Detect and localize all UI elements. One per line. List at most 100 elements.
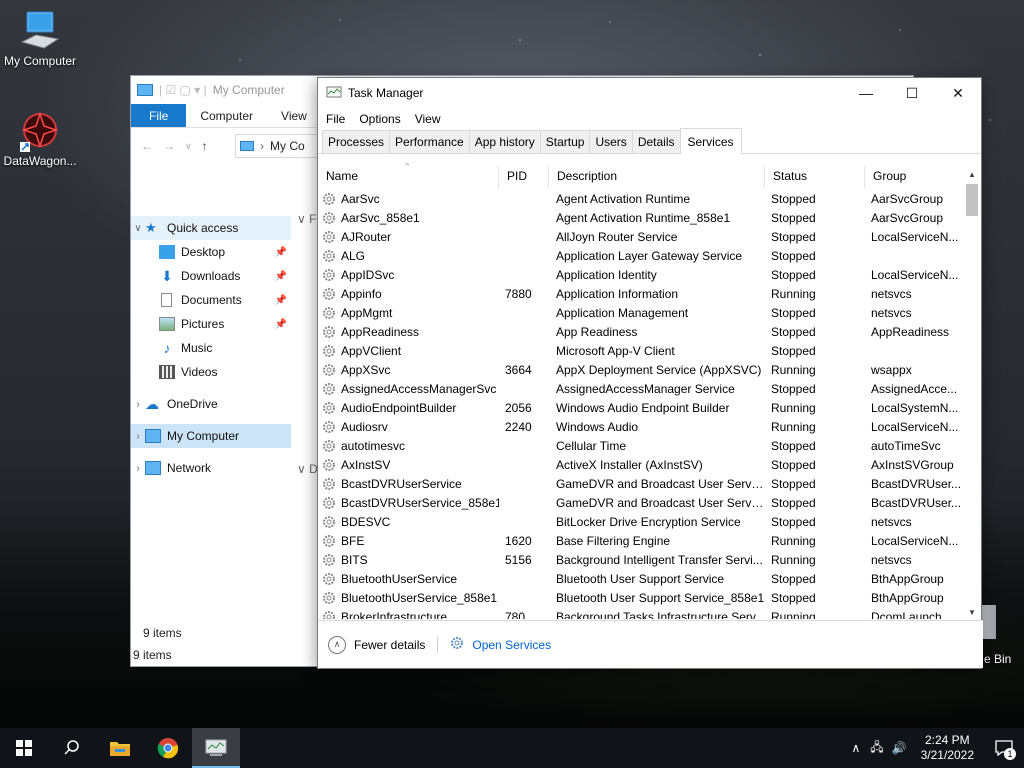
maximize-icon[interactable]: ☐ <box>889 78 935 108</box>
address-bar[interactable]: › My Co <box>235 134 325 158</box>
clock[interactable]: 2:24 PM 3/21/2022 <box>911 733 984 763</box>
service-row[interactable]: AarSvc Agent Activation Runtime Stopped Aar… <box>318 189 966 208</box>
nav-item-downloads[interactable]: ⬇ Downloads 📌 <box>131 264 291 288</box>
service-row[interactable]: BcastDVRUserService GameDVR and Broadcast… <box>318 474 966 493</box>
service-row[interactable]: BFE 1620 Base Filtering Engine Running Local… <box>318 531 966 550</box>
menu-options[interactable]: Options <box>359 112 400 126</box>
nav-item-videos[interactable]: Videos <box>131 360 291 384</box>
column-header-status[interactable]: Status <box>765 166 865 188</box>
tab-app-history[interactable]: App history <box>468 130 541 153</box>
taskbar-task-manager[interactable] <box>192 728 240 768</box>
expand-chevron-icon[interactable]: › <box>131 399 145 410</box>
window-controls: — ☐ ✕ <box>843 78 981 108</box>
minimize-icon[interactable]: — <box>843 78 889 108</box>
service-row[interactable]: AarSvc_858e1 Agent Activation Runtime_858… <box>318 208 966 227</box>
desktop-icon-datawagon[interactable]: DataWagon... <box>0 108 80 168</box>
open-services-link[interactable]: Open Services <box>472 638 551 652</box>
network-icon[interactable]: 🖧 <box>866 738 887 759</box>
task-manager-window[interactable]: Task Manager — ☐ ✕ File Options View Pro… <box>317 77 983 669</box>
service-row[interactable]: BITS 5156 Background Intelligent Transfer … <box>318 550 966 569</box>
expand-chevron-icon[interactable]: › <box>131 463 145 474</box>
tab-startup[interactable]: Startup <box>539 130 591 153</box>
nav-item-network[interactable]: › Network <box>131 456 291 480</box>
nav-item-desktop[interactable]: Desktop 📌 <box>131 240 291 264</box>
volume-icon[interactable]: 🔊 <box>888 741 911 755</box>
quick-access-toolbar-icon[interactable]: | ☑ ▢ ▾ | <box>159 83 207 97</box>
service-name-cell: ALG <box>318 249 499 263</box>
service-row[interactable]: AppVClient Microsoft App-V Client Stopped <box>318 341 966 360</box>
notification-center-button[interactable]: 1 <box>984 728 1024 768</box>
service-row[interactable]: BluetoothUserService Bluetooth User Suppo… <box>318 569 966 588</box>
service-row[interactable]: AudioEndpointBuilder 2056 Windows Audio En… <box>318 398 966 417</box>
service-description: App Readiness <box>556 324 638 339</box>
service-row[interactable]: autotimesvc Cellular Time Stopped autoTimeS… <box>318 436 966 455</box>
column-header-group[interactable]: Group <box>865 166 965 188</box>
search-button[interactable] <box>48 728 96 768</box>
nav-item-quick-access[interactable]: ∨ ★ Quick access <box>131 216 291 240</box>
service-row[interactable]: Appinfo 7880 Application Information Runnin… <box>318 284 966 303</box>
service-row[interactable]: AppMgmt Application Management Stopped nets… <box>318 303 966 322</box>
vertical-scrollbar[interactable]: ▲ ▼ <box>965 168 979 620</box>
nav-item-music[interactable]: ♪ Music <box>131 336 291 360</box>
back-arrow-icon[interactable]: ← <box>141 139 153 153</box>
fewer-details-link[interactable]: Fewer details <box>354 638 425 652</box>
service-status: Stopped <box>771 267 816 282</box>
tab-processes[interactable]: Processes <box>322 130 391 153</box>
nav-item-onedrive[interactable]: › ☁ OneDrive <box>131 392 291 416</box>
group-collapse-chevron-icon[interactable]: ∨ F <box>297 212 316 226</box>
service-row[interactable]: AxInstSV ActiveX Installer (AxInstSV) Stop… <box>318 455 966 474</box>
service-description: Agent Activation Runtime_858e1 <box>556 210 731 225</box>
service-row[interactable]: AssignedAccessManagerSvc AssignedAccessMa… <box>318 379 966 398</box>
show-hidden-icons-chevron-icon[interactable]: ∧ <box>845 741 866 755</box>
service-row[interactable]: BluetoothUserService_858e1 Bluetooth User… <box>318 588 966 607</box>
service-pid: 2240 <box>505 419 532 434</box>
desktop-icon-recycle-bin[interactable]: e Bin <box>982 605 1024 666</box>
service-gear-icon <box>322 420 336 434</box>
service-pid: 1620 <box>505 533 532 548</box>
column-header-name[interactable]: ⌃ Name <box>318 162 499 188</box>
ribbon-tab-file[interactable]: File <box>131 104 187 127</box>
tab-users[interactable]: Users <box>589 130 633 153</box>
scroll-thumb[interactable] <box>966 184 978 216</box>
service-row[interactable]: ALG Application Layer Gateway Service Stop… <box>318 246 966 265</box>
close-icon[interactable]: ✕ <box>935 78 981 108</box>
start-button[interactable] <box>0 728 48 768</box>
taskbar-file-explorer[interactable] <box>96 728 144 768</box>
service-row[interactable]: BrokerInfrastructure 780 Background Tasks … <box>318 607 966 619</box>
nav-item-documents[interactable]: Documents 📌 <box>131 288 291 312</box>
taskbar-chrome[interactable] <box>144 728 192 768</box>
ribbon-tab-computer[interactable]: Computer <box>186 104 267 127</box>
service-row[interactable]: AppIDSvc Application Identity Stopped Local… <box>318 265 966 284</box>
task-manager-titlebar[interactable]: Task Manager — ☐ ✕ <box>318 78 981 108</box>
nav-item-pictures[interactable]: Pictures 📌 <box>131 312 291 336</box>
group-collapse-chevron-icon[interactable]: ∨ D <box>297 462 318 476</box>
service-row[interactable]: Audiosrv 2240 Windows Audio Running LocalSer… <box>318 417 966 436</box>
service-row[interactable]: AJRouter AllJoyn Router Service Stopped Loc… <box>318 227 966 246</box>
service-row[interactable]: BcastDVRUserService_858e1 GameDVR and Bro… <box>318 493 966 512</box>
tab-details[interactable]: Details <box>631 130 681 153</box>
tab-performance[interactable]: Performance <box>389 130 470 153</box>
column-header-pid[interactable]: PID <box>499 166 549 188</box>
service-name-cell: BcastDVRUserService_858e1 <box>318 496 499 510</box>
desktop-icon-my-computer[interactable]: My Computer <box>0 8 80 68</box>
service-row[interactable]: BDESVC BitLocker Drive Encryption Service… <box>318 512 966 531</box>
menu-view[interactable]: View <box>415 112 441 126</box>
scroll-up-icon[interactable]: ▲ <box>965 168 979 182</box>
service-row[interactable]: AppXSvc 3664 AppX Deployment Service (AppX… <box>318 360 966 379</box>
tab-services[interactable]: Services <box>679 128 742 154</box>
chevron-up-icon[interactable]: ∧ <box>328 635 346 654</box>
service-row[interactable]: AppReadiness App Readiness Stopped AppReadi… <box>318 322 966 341</box>
expand-chevron-icon[interactable]: › <box>131 431 145 442</box>
expand-chevron-icon[interactable]: ∨ <box>131 223 145 234</box>
menu-file[interactable]: File <box>326 112 345 126</box>
forward-arrow-icon[interactable]: → <box>163 139 175 153</box>
column-header-description[interactable]: Description <box>549 166 765 188</box>
ribbon-tab-view[interactable]: View <box>267 104 321 127</box>
scroll-down-icon[interactable]: ▼ <box>965 606 979 620</box>
service-gear-icon <box>322 458 336 472</box>
nav-item-label: Pictures <box>181 317 225 331</box>
up-arrow-icon[interactable]: ↑ <box>202 139 208 153</box>
recent-chevron-icon[interactable]: ∨ <box>185 141 192 152</box>
nav-item-my-computer[interactable]: › My Computer <box>131 424 291 448</box>
service-description: Cellular Time <box>556 438 627 453</box>
